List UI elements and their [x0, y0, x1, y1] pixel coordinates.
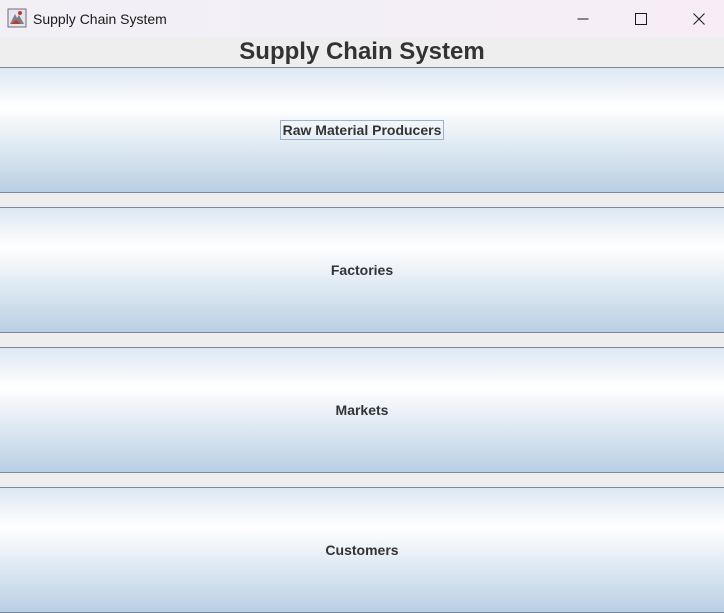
window-title: Supply Chain System — [33, 11, 167, 27]
button-label: Markets — [335, 402, 389, 418]
minimize-icon — [577, 18, 589, 19]
close-icon — [693, 12, 705, 25]
title-bar: Supply Chain System — [0, 0, 724, 37]
markets-button[interactable]: Markets — [0, 347, 724, 473]
button-label: Factories — [330, 262, 394, 278]
page-title: Supply Chain System — [239, 38, 485, 65]
button-label: Raw Material Producers — [279, 120, 445, 140]
customers-button[interactable]: Customers — [0, 487, 724, 613]
minimize-button[interactable] — [554, 0, 612, 37]
factories-button[interactable]: Factories — [0, 207, 724, 333]
raw-material-producers-button[interactable]: Raw Material Producers — [0, 67, 724, 193]
maximize-icon — [635, 12, 647, 25]
maximize-button[interactable] — [612, 0, 670, 37]
close-button[interactable] — [670, 0, 724, 37]
button-label: Customers — [325, 542, 399, 558]
app-icon — [7, 8, 27, 28]
